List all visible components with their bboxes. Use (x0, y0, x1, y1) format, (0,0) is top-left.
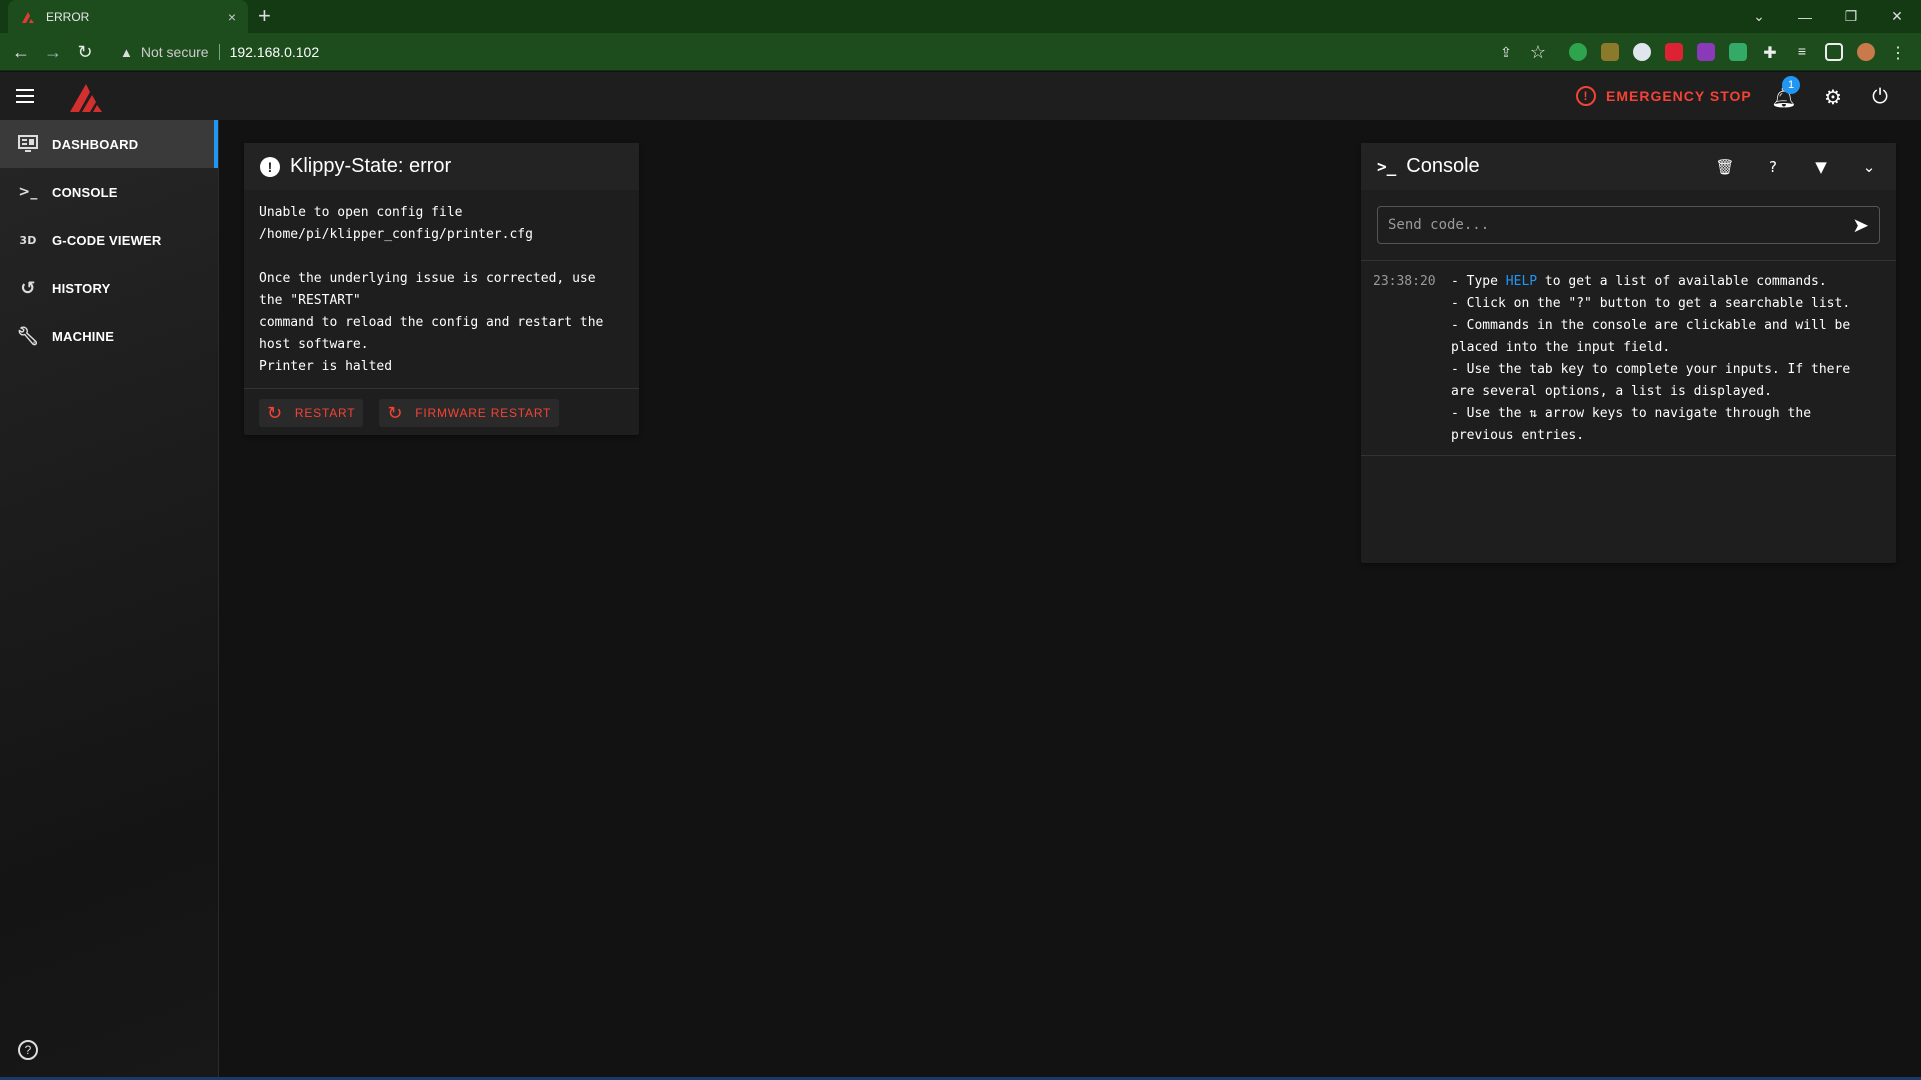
browser-tab-strip: ERROR × + ⌄ — ❐ ✕ (0, 0, 1921, 33)
restore-icon[interactable]: ❐ (1828, 0, 1874, 33)
extension-icon[interactable] (1665, 43, 1683, 61)
sidebar-item-machine[interactable]: 🔧︎ MACHINE (0, 312, 218, 360)
extension-icon[interactable] (1697, 43, 1715, 61)
sidebar-item-gcode-viewer[interactable]: 3D G-CODE VIEWER (0, 216, 218, 264)
power-icon[interactable]: ⏻ (1867, 84, 1893, 110)
firmware-restart-label: FIRMWARE RESTART (415, 406, 552, 420)
minimize-icon[interactable]: — (1782, 0, 1828, 33)
klippy-actions: ↻ RESTART ↻ FIRMWARE RESTART (244, 389, 639, 437)
gears-settings-icon[interactable]: ⚙ (1820, 84, 1846, 110)
emergency-stop-label: EMERGENCY STOP (1606, 88, 1752, 104)
mainsail-favicon-icon (22, 11, 34, 23)
sidebar-item-dashboard[interactable]: DASHBOARD (0, 120, 218, 168)
sidebar-item-history[interactable]: ↺ HISTORY (0, 264, 218, 312)
side-panel-icon[interactable] (1825, 43, 1843, 61)
tab-search-icon[interactable]: ⌄ (1736, 0, 1782, 33)
app-header: ! EMERGENCY STOP 🔔︎ ⚙ ⏻ (0, 72, 1921, 120)
restart-icon: ↻ (387, 402, 404, 424)
bookmark-star-icon[interactable]: ☆ (1527, 41, 1549, 63)
help-icon[interactable]: ? (1762, 158, 1784, 176)
console-entry: 23:38:20 - Type HELP to get a list of av… (1361, 260, 1896, 456)
reload-icon[interactable]: ↻ (74, 41, 96, 63)
console-icon: >_ (18, 184, 38, 200)
wrench-icon: 🔧︎ (16, 325, 40, 347)
alert-circle-icon: ! (260, 156, 280, 177)
notification-badge: 1 (1782, 76, 1800, 94)
send-code-input[interactable] (1388, 217, 1853, 233)
console-line: - Click on the "?" button to get a searc… (1451, 296, 1851, 311)
help-icon[interactable]: ? (18, 1040, 38, 1060)
sidebar-item-label: DASHBOARD (52, 136, 139, 152)
back-arrow-icon[interactable]: ← (10, 41, 32, 63)
sidebar-item-label: HISTORY (52, 280, 111, 296)
console-line: placed into the input field. (1451, 340, 1671, 355)
console-icon: >_ (1377, 157, 1397, 176)
console-card: >_ Console 🗑 ? ▼ ⌄ ➤ 23:38:20 - Type HEL… (1361, 143, 1896, 563)
send-code-field[interactable]: ➤ (1377, 206, 1880, 244)
extension-icon[interactable] (1601, 43, 1619, 61)
warning-triangle-icon: ▲ (120, 44, 133, 60)
3d-icon: 3D (19, 233, 37, 247)
klippy-state-card: ! Klippy-State: error Unable to open con… (244, 143, 639, 435)
tab-close-icon[interactable]: × (228, 9, 236, 25)
puzzle-extensions-icon[interactable]: ✚ (1761, 43, 1779, 62)
send-icon[interactable]: ➤ (1852, 213, 1869, 238)
console-line: are several options, a list is displayed… (1451, 384, 1772, 399)
console-card-header: >_ Console 🗑 ? ▼ ⌄ (1361, 143, 1896, 190)
klippy-state-title: Klippy-State: error (290, 155, 452, 177)
console-message: - Type HELP to get a list of available c… (1451, 271, 1850, 447)
history-icon: ↺ (20, 277, 36, 299)
image-extension-icon[interactable] (1729, 43, 1747, 61)
alert-circle-icon: ! (1576, 86, 1596, 106)
console-timestamp: 23:38:20 (1373, 274, 1436, 289)
console-title: Console (1406, 155, 1480, 177)
console-line: - Commands in the console are clickable … (1451, 318, 1851, 333)
tab-title: ERROR (46, 9, 90, 24)
security-label: Not secure (140, 44, 209, 60)
console-toolbar: 🗑 ? ▼ ⌄ (1714, 158, 1880, 176)
console-line: - Use the tab key to complete your input… (1451, 362, 1851, 377)
profile-avatar[interactable] (1857, 43, 1875, 61)
browser-menu-icon[interactable]: ⋮ (1889, 43, 1907, 62)
emergency-stop-button[interactable]: ! EMERGENCY STOP (1576, 84, 1752, 108)
console-line: - Use the ⇅ arrow keys to navigate throu… (1451, 406, 1812, 421)
trash-icon[interactable]: 🗑 (1714, 158, 1736, 176)
share-icon[interactable]: ⇪ (1495, 41, 1517, 63)
address-separator (218, 44, 220, 60)
console-line: - Type HELP to get a list of available c… (1451, 274, 1827, 289)
extension-icon[interactable] (1633, 43, 1651, 61)
klippy-card-header: ! Klippy-State: error (244, 143, 639, 190)
chevron-down-icon[interactable]: ⌄ (1858, 158, 1880, 176)
console-line: previous entries. (1451, 428, 1585, 443)
sidebar-item-label: G-CODE VIEWER (52, 232, 162, 248)
sidebar-item-label: MACHINE (52, 328, 115, 344)
restart-icon: ↻ (267, 402, 283, 424)
menu-icon[interactable] (16, 84, 40, 108)
monitor-dashboard-icon (16, 132, 40, 156)
sidebar-item-console[interactable]: >_ CONSOLE (0, 168, 218, 216)
filter-icon[interactable]: ▼ (1810, 158, 1832, 176)
reading-list-icon[interactable]: ≡ (1793, 43, 1811, 61)
restart-button[interactable]: ↻ RESTART (259, 399, 364, 427)
new-tab-button[interactable]: + (258, 4, 271, 28)
help-command-link[interactable]: HELP (1506, 274, 1537, 289)
mainsail-logo-icon (70, 84, 102, 112)
address-bar[interactable]: ▲ Not secure 192.168.0.102 (110, 38, 1540, 66)
browser-tab[interactable]: ERROR × (8, 0, 248, 33)
sidebar: DASHBOARD >_ CONSOLE 3D G-CODE VIEWER ↺ … (0, 120, 219, 1080)
url-text: 192.168.0.102 (229, 44, 320, 60)
firmware-restart-button[interactable]: ↻ FIRMWARE RESTART (379, 399, 560, 427)
klippy-error-message: Unable to open config file /home/pi/klip… (244, 190, 639, 389)
restart-label: RESTART (294, 406, 356, 420)
sidebar-item-label: CONSOLE (52, 184, 118, 200)
window-close-icon[interactable]: ✕ (1874, 0, 1920, 33)
forward-arrow-icon[interactable]: → (42, 41, 64, 63)
grammarly-extension-icon[interactable] (1569, 43, 1587, 61)
